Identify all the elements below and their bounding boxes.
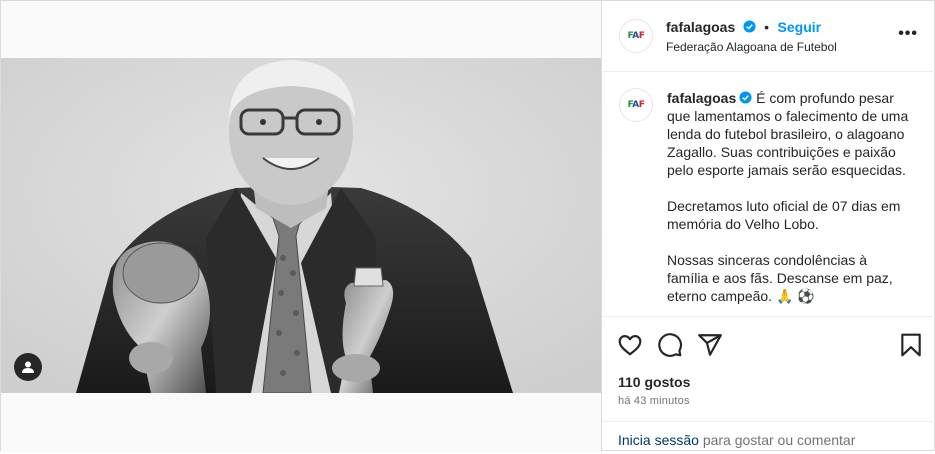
- caption-paragraph-2: Decretamos luto oficial de 07 dias em me…: [667, 198, 901, 232]
- send-icon: [698, 334, 722, 356]
- caption-avatar[interactable]: FAF: [619, 88, 653, 122]
- login-link[interactable]: Inicia sessão: [618, 432, 699, 448]
- account-avatar[interactable]: FAF: [619, 19, 653, 53]
- save-button[interactable]: [898, 332, 924, 358]
- media-panel: [1, 1, 601, 452]
- post-dialog: FAF fafalagoas • Seguir Federação Alagoa…: [0, 0, 935, 452]
- account-username[interactable]: fafalagoas: [666, 19, 735, 35]
- like-count[interactable]: 110 gostos: [618, 374, 690, 390]
- post-timestamp[interactable]: há 43 minutos: [618, 395, 690, 407]
- caption-username[interactable]: fafalagoas: [667, 90, 736, 106]
- post-header: FAF fafalagoas • Seguir Federação Alagoa…: [602, 1, 935, 72]
- comment-button[interactable]: [657, 332, 683, 358]
- faf-logo-small: FAF: [627, 100, 645, 110]
- faf-logo: FAF: [627, 31, 645, 41]
- login-prompt-bar: Inicia sessão para gostar ou comentar: [602, 421, 935, 454]
- more-options-button[interactable]: •••: [898, 25, 918, 43]
- post-caption: fafalagoas É com profundo pesar que lame…: [667, 89, 912, 316]
- follow-button[interactable]: Seguir: [778, 19, 822, 35]
- comment-icon: [658, 333, 683, 357]
- login-prompt-text: para gostar ou comentar: [698, 432, 856, 448]
- user-tag-icon: [22, 361, 34, 373]
- post-actions: 110 gostos há 43 minutos Inicia sessão p…: [602, 316, 935, 453]
- share-button[interactable]: [697, 332, 723, 358]
- separator-dot: •: [764, 19, 770, 35]
- verified-badge-icon: [739, 91, 752, 104]
- caption-area: FAF fafalagoas É com profundo pesar que …: [602, 72, 935, 316]
- account-subtitle: Federação Alagoana de Futebol: [666, 40, 837, 54]
- user-tag-button[interactable]: [14, 353, 42, 381]
- post-sidebar: FAF fafalagoas • Seguir Federação Alagoa…: [601, 1, 935, 452]
- bookmark-icon: [901, 333, 921, 357]
- like-button[interactable]: [617, 332, 643, 358]
- verified-badge-icon: [743, 20, 756, 33]
- caption-paragraph-3: Nossas sinceras condolências à família e…: [667, 252, 893, 304]
- heart-icon: [618, 335, 642, 356]
- login-prompt: Inicia sessão para gostar ou comentar: [618, 432, 855, 448]
- post-photo[interactable]: [1, 58, 601, 393]
